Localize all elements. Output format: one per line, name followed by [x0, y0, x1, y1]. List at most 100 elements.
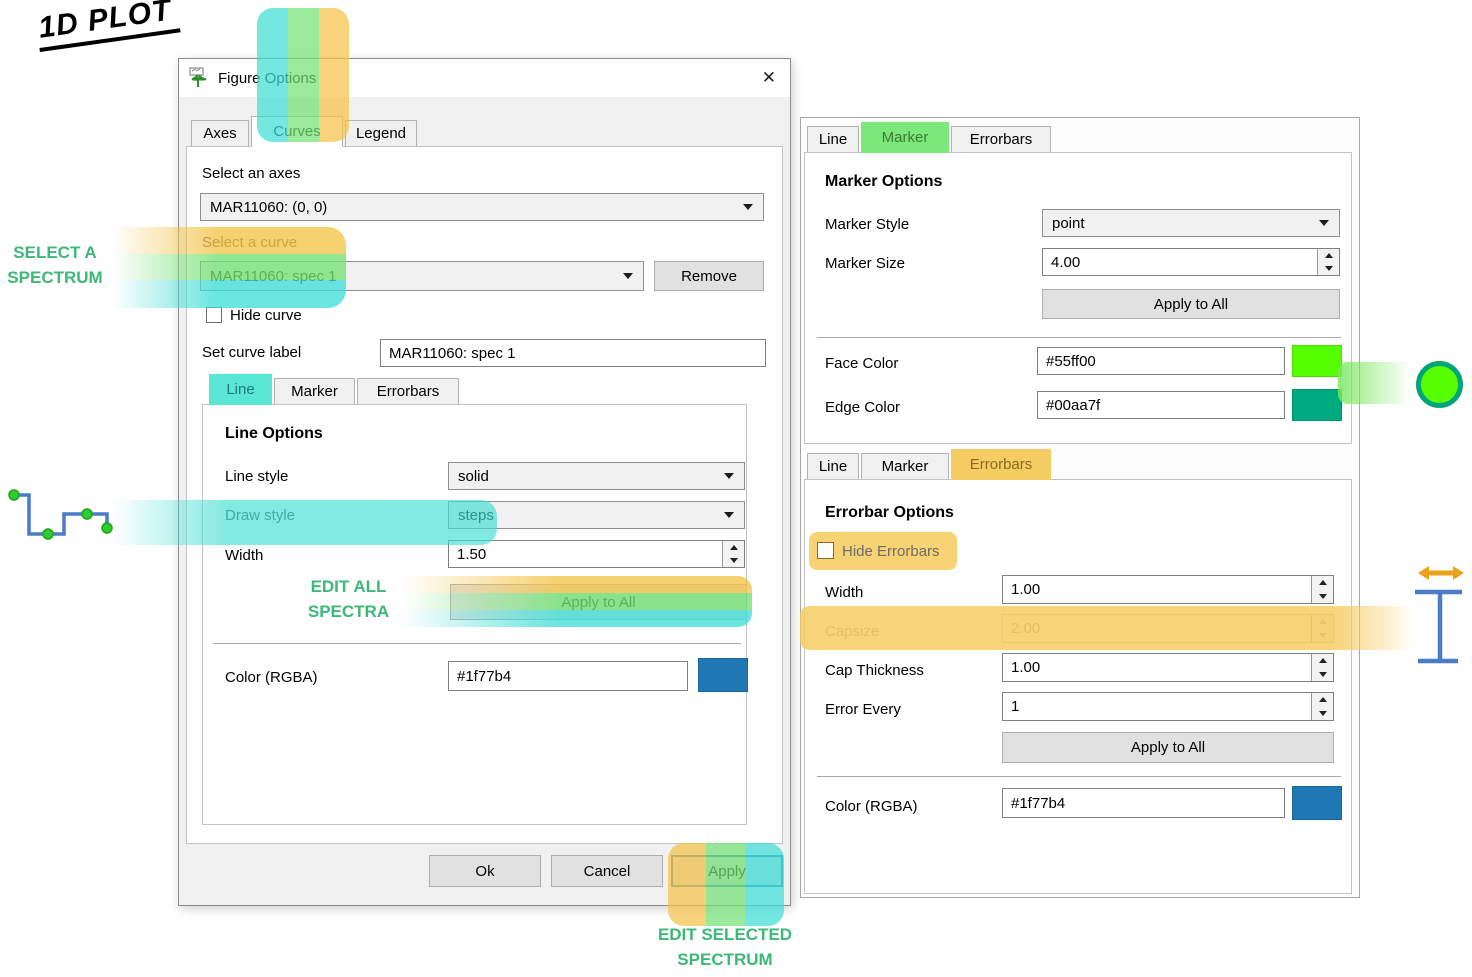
- edge-color-swatch[interactable]: [1292, 389, 1342, 421]
- spin-up-icon[interactable]: [1312, 654, 1333, 668]
- spinner-buttons[interactable]: [1311, 576, 1333, 603]
- spin-up-icon[interactable]: [1318, 249, 1339, 262]
- marker-panel-tab-line[interactable]: Line: [807, 126, 859, 153]
- remove-curve-button[interactable]: Remove: [654, 261, 764, 291]
- errorbar-panel-tab-errorbars[interactable]: Errorbars: [951, 449, 1051, 480]
- error-every-label: Error Every: [825, 701, 901, 718]
- error-every-spinbox[interactable]: 1: [1002, 692, 1334, 721]
- curves-tab-page: Select an axes MAR11060: (0, 0) Select a…: [186, 146, 783, 844]
- cap-thickness-spinbox[interactable]: 1.00: [1002, 653, 1334, 682]
- line-options-heading: Line Options: [225, 425, 323, 443]
- figure-options-dialog: Figure Options ✕ Axes Curves Legend Sele…: [178, 58, 791, 906]
- errorbar-width-label: Width: [825, 584, 863, 601]
- errorbar-color-swatch[interactable]: [1292, 786, 1342, 820]
- line-width-label: Width: [225, 547, 263, 564]
- tab-axes[interactable]: Axes: [191, 120, 249, 147]
- marker-apply-to-all-button[interactable]: Apply to All: [1042, 289, 1340, 319]
- line-style-combobox[interactable]: solid: [448, 462, 745, 490]
- capsize-arrow-icon: [1417, 564, 1465, 582]
- select-curve-label: Select a curve: [202, 234, 297, 251]
- spinner-buttons[interactable]: [1311, 615, 1333, 642]
- spin-up-icon[interactable]: [1312, 693, 1333, 707]
- edit-selected-spectrum-note: EDIT SELECTED SPECTRUM: [652, 922, 798, 972]
- marker-panel-tabbar: Line Marker Errorbars: [807, 122, 1053, 153]
- marker-style-value: point: [1052, 215, 1085, 232]
- matplotlib-app-icon: [189, 67, 209, 89]
- line-style-value: solid: [458, 468, 489, 485]
- marker-panel-tab-marker[interactable]: Marker: [861, 122, 949, 153]
- chevron-down-icon: [1319, 220, 1329, 226]
- subtab-errorbars[interactable]: Errorbars: [357, 378, 459, 405]
- draw-style-combobox[interactable]: steps: [448, 501, 745, 529]
- capsize-spinbox[interactable]: 2.00: [1002, 614, 1334, 643]
- chevron-down-icon: [743, 204, 753, 210]
- line-color-swatch[interactable]: [698, 658, 748, 692]
- draw-style-value: steps: [458, 507, 494, 524]
- draw-style-label: Draw style: [225, 507, 295, 524]
- spin-down-icon[interactable]: [1312, 590, 1333, 604]
- subtab-marker[interactable]: Marker: [274, 378, 355, 405]
- subtab-line[interactable]: Line: [209, 374, 272, 405]
- chevron-down-icon: [724, 512, 734, 518]
- ok-button[interactable]: Ok: [429, 855, 541, 887]
- chevron-down-icon: [623, 273, 633, 279]
- curve-combobox[interactable]: MAR11060: spec 1: [200, 261, 644, 291]
- cancel-button[interactable]: Cancel: [551, 855, 663, 887]
- spin-down-icon[interactable]: [1312, 629, 1333, 643]
- errorbar-panel-tabbar: Line Marker Errorbars: [807, 449, 1053, 480]
- marker-style-label: Marker Style: [825, 216, 909, 233]
- curve-combobox-value: MAR11060: spec 1: [210, 268, 336, 285]
- curve-label-value: MAR11060: spec 1: [389, 345, 515, 362]
- face-color-input[interactable]: #55ff00: [1037, 347, 1285, 375]
- hide-errorbars-label: Hide Errorbars: [842, 543, 940, 560]
- divider: [213, 643, 741, 644]
- marker-sample-circle: [1416, 361, 1463, 408]
- divider: [817, 337, 1341, 338]
- errorbar-options-heading: Errorbar Options: [825, 504, 954, 522]
- hide-errorbars-checkbox[interactable]: [817, 542, 834, 559]
- face-color-value: #55ff00: [1046, 353, 1096, 370]
- marker-size-spinbox[interactable]: 4.00: [1042, 248, 1340, 276]
- errorbar-color-value: #1f77b4: [1011, 795, 1065, 812]
- hide-curve-checkbox[interactable]: [206, 307, 222, 323]
- spinner-buttons[interactable]: [722, 541, 744, 567]
- spin-up-icon[interactable]: [1312, 576, 1333, 590]
- face-color-label: Face Color: [825, 355, 898, 372]
- line-width-spinbox[interactable]: 1.50: [448, 540, 745, 568]
- edge-color-label: Edge Color: [825, 399, 900, 416]
- marker-style-combobox[interactable]: point: [1042, 209, 1340, 237]
- errorbar-sample-icon: [1411, 586, 1465, 666]
- spinner-buttons[interactable]: [1311, 693, 1333, 720]
- steps-line-sketch: [8, 483, 123, 545]
- spinner-buttons[interactable]: [1311, 654, 1333, 681]
- spin-down-icon[interactable]: [1312, 707, 1333, 721]
- marker-size-label: Marker Size: [825, 255, 905, 272]
- line-color-input[interactable]: #1f77b4: [448, 661, 688, 691]
- spin-up-icon[interactable]: [723, 541, 744, 554]
- select-spectrum-note: SELECT A SPECTRUM: [0, 240, 110, 290]
- apply-button[interactable]: Apply: [671, 855, 783, 887]
- spin-down-icon[interactable]: [1318, 262, 1339, 275]
- spin-up-icon[interactable]: [1312, 615, 1333, 629]
- plot-type-label: 1D PLOT: [34, 0, 180, 52]
- line-apply-to-all-button[interactable]: Apply to All: [450, 584, 747, 620]
- spin-down-icon[interactable]: [1312, 668, 1333, 682]
- spin-down-icon[interactable]: [723, 554, 744, 567]
- errorbar-color-input[interactable]: #1f77b4: [1002, 788, 1285, 818]
- errorbar-options-pane: Errorbar Options Hide Errorbars Width 1.…: [804, 479, 1352, 894]
- marker-size-value: 4.00: [1051, 254, 1080, 271]
- tab-curves[interactable]: Curves: [251, 116, 343, 147]
- edge-color-input[interactable]: #00aa7f: [1037, 391, 1285, 419]
- errorbar-apply-to-all-button[interactable]: Apply to All: [1002, 732, 1334, 763]
- dialog-titlebar[interactable]: Figure Options ✕: [179, 59, 790, 97]
- axes-combobox[interactable]: MAR11060: (0, 0): [200, 193, 764, 221]
- errorbar-panel-tab-line[interactable]: Line: [807, 453, 859, 480]
- face-color-swatch[interactable]: [1292, 345, 1342, 377]
- spinner-buttons[interactable]: [1317, 249, 1339, 275]
- curve-label-input[interactable]: MAR11060: spec 1: [380, 339, 766, 367]
- tab-legend[interactable]: Legend: [345, 120, 417, 147]
- marker-panel-tab-errorbars[interactable]: Errorbars: [951, 126, 1051, 153]
- errorbar-panel-tab-marker[interactable]: Marker: [861, 453, 949, 480]
- errorbar-width-spinbox[interactable]: 1.00: [1002, 575, 1334, 604]
- close-icon[interactable]: ✕: [762, 68, 776, 88]
